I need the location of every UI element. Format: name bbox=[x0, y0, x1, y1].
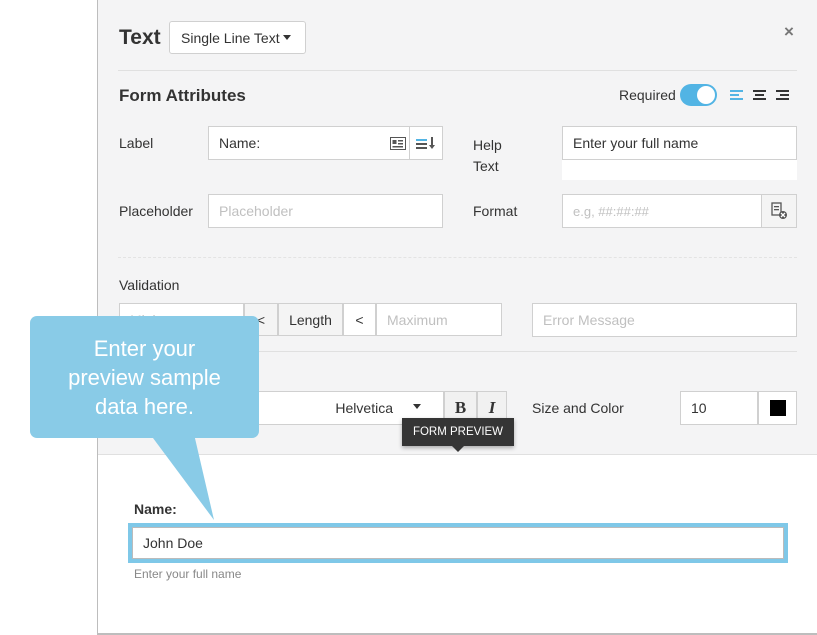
toggle-knob bbox=[697, 86, 715, 104]
section-title: Form Attributes bbox=[119, 86, 246, 105]
preview-help-text: Enter your full name bbox=[134, 567, 242, 581]
tooltip-text: FORM PREVIEW bbox=[412, 426, 504, 438]
maximum-placeholder: Maximum bbox=[387, 311, 448, 328]
placeholder-input-placeholder: Placeholder bbox=[219, 203, 293, 219]
hint-callout: Enter your preview sample data here. bbox=[30, 316, 259, 438]
color-picker-button[interactable] bbox=[758, 391, 797, 425]
less-than-symbol: < bbox=[343, 303, 376, 336]
callout-line-1: Enter your bbox=[93, 336, 196, 361]
validation-length-label: Length bbox=[278, 303, 343, 336]
format-field-label: Format bbox=[473, 203, 518, 219]
form-preview-tooltip: FORM PREVIEW bbox=[402, 418, 514, 452]
callout-line-2: preview sample bbox=[68, 365, 221, 390]
label-field-label: Label bbox=[119, 135, 154, 151]
divider bbox=[118, 70, 797, 71]
close-button[interactable]: × bbox=[784, 22, 794, 42]
preview-field-label: Name: bbox=[134, 501, 177, 517]
size-and-color-label: Size and Color bbox=[532, 400, 624, 416]
color-swatch bbox=[769, 400, 786, 416]
field-type-dropdown-label: Single Line Text bbox=[181, 30, 280, 46]
validation-label: Validation bbox=[119, 277, 180, 293]
divider bbox=[118, 257, 797, 258]
id-card-icon[interactable] bbox=[387, 136, 409, 150]
placeholder-field-label: Placeholder bbox=[119, 203, 193, 219]
error-message-placeholder: Error Message bbox=[543, 312, 635, 328]
label-input[interactable]: Name: bbox=[208, 126, 443, 160]
help-text-input-extension bbox=[562, 160, 797, 180]
required-label: Required bbox=[619, 87, 676, 103]
help-text-input[interactable]: Enter your full name bbox=[562, 126, 797, 160]
chevron-down-icon bbox=[282, 35, 291, 41]
label-input-value: Name: bbox=[219, 135, 261, 151]
format-input[interactable]: e.g, ##:##:## bbox=[562, 194, 797, 228]
form-preview-area: Name: John Doe Enter your full name bbox=[98, 454, 817, 633]
validation-error-message-input[interactable]: Error Message bbox=[532, 303, 797, 337]
field-type-title: Text bbox=[119, 26, 161, 49]
validation-maximum-input[interactable]: Maximum bbox=[376, 303, 502, 336]
help-text-field-label: Help Text bbox=[473, 135, 502, 177]
callout-line-3: data here. bbox=[94, 394, 195, 419]
preview-input[interactable]: John Doe bbox=[132, 527, 784, 559]
align-center-icon[interactable] bbox=[753, 90, 766, 102]
required-toggle[interactable] bbox=[680, 84, 717, 106]
help-text-value: Enter your full name bbox=[573, 135, 699, 151]
placeholder-input[interactable]: Placeholder bbox=[208, 194, 443, 228]
chevron-down-icon bbox=[413, 404, 421, 409]
font-family-value: Helvetica bbox=[335, 400, 393, 416]
preview-input-highlight: John Doe bbox=[128, 523, 788, 563]
sort-lines-icon[interactable] bbox=[409, 127, 442, 159]
help-text-label-line1: Help bbox=[473, 137, 502, 153]
font-size-value: 10 bbox=[691, 400, 707, 416]
help-text-label-line2: Text bbox=[473, 158, 499, 174]
align-right-icon[interactable] bbox=[776, 90, 789, 102]
clear-format-icon[interactable] bbox=[761, 195, 796, 227]
field-type-dropdown[interactable]: Single Line Text bbox=[169, 21, 306, 54]
format-input-placeholder: e.g, ##:##:## bbox=[573, 203, 649, 219]
preview-input-value: John Doe bbox=[143, 535, 203, 551]
font-size-input[interactable]: 10 bbox=[680, 391, 758, 425]
align-left-icon[interactable] bbox=[730, 90, 743, 102]
